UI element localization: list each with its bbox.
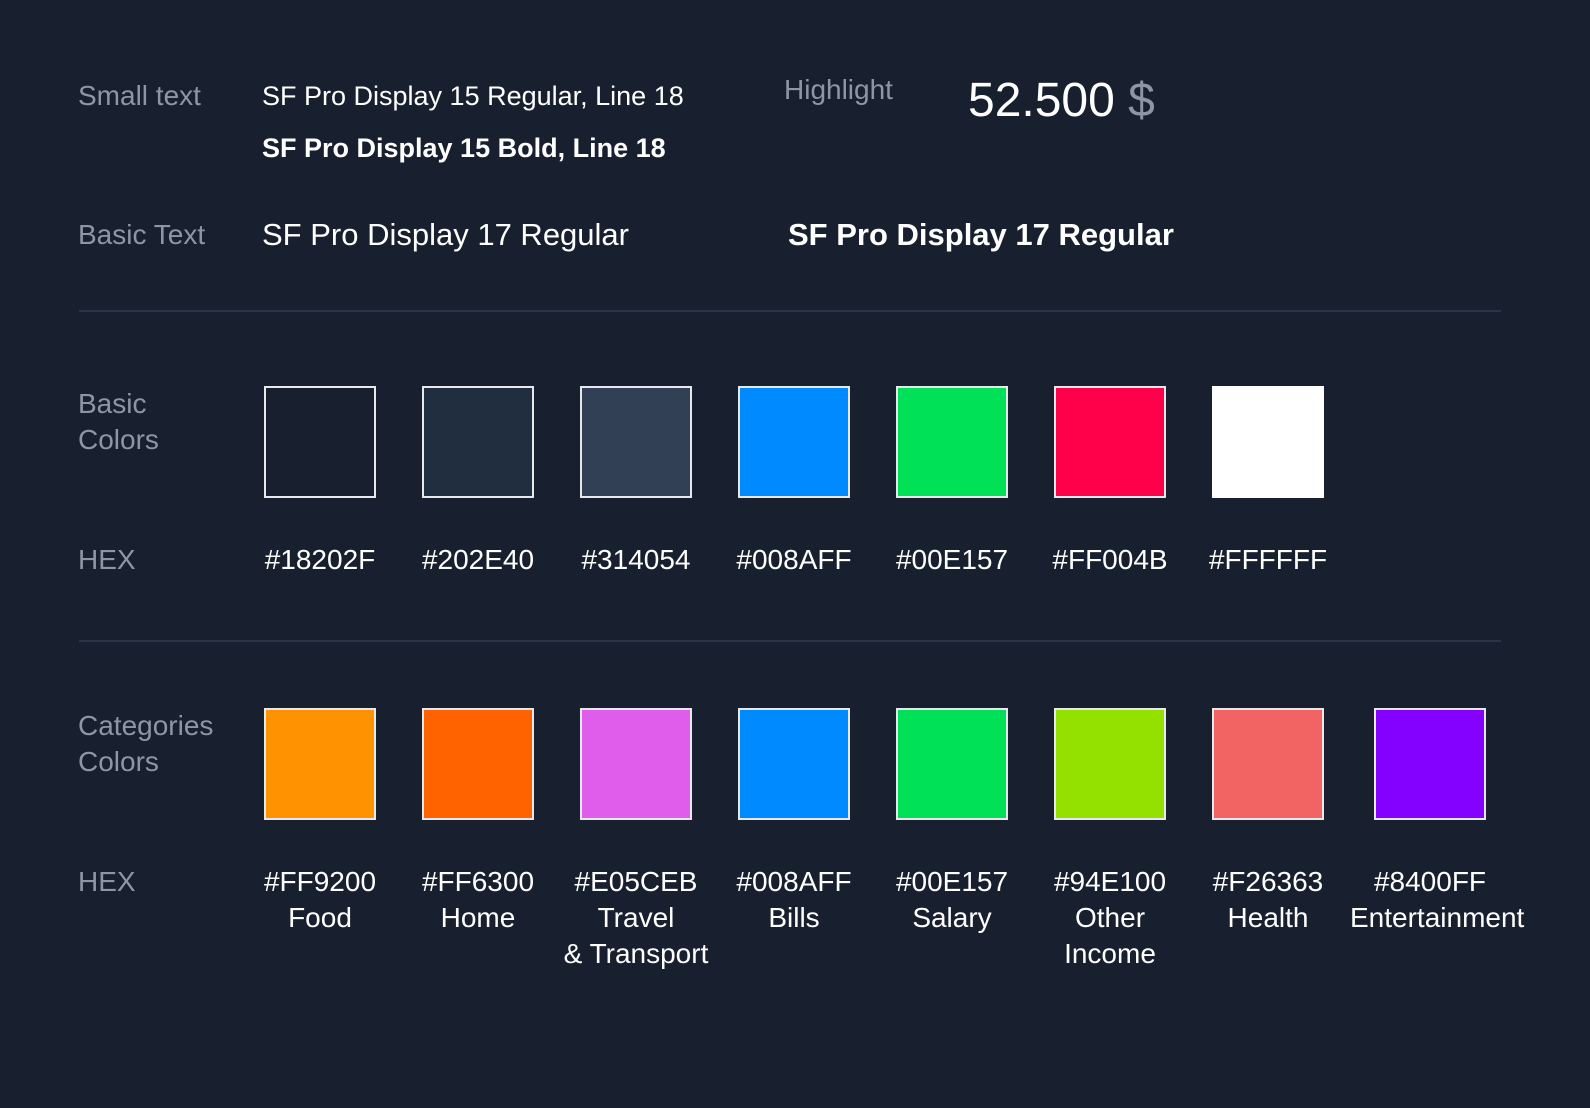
category-color-hex-code: #94E100: [1053, 866, 1167, 897]
category-color-swatch: [1212, 708, 1324, 820]
category-color-swatch: [264, 708, 376, 820]
category-color-hex-code: #E05CEB: [574, 866, 698, 897]
basic-text-label: Basic Text: [78, 219, 206, 250]
basic-colors-label: Basic Colors: [78, 388, 159, 455]
basic-color-hex-code: #FFFFFF: [1208, 544, 1328, 575]
category-color-hex-item: #00E157 Salary: [872, 864, 1032, 936]
basic-color-swatch: [264, 386, 376, 498]
basic-color-swatch: [1054, 386, 1166, 498]
highlight-amount: 52.500: [968, 74, 1115, 127]
category-color-hex-item: #8400FF Entertainment: [1350, 864, 1525, 936]
highlight-label: Highlight: [784, 74, 893, 105]
category-color-category-name: Food: [288, 902, 352, 933]
basic-color-hex-item: #008AFF: [714, 542, 874, 578]
category-color-hex-item: #008AFF Bills: [714, 864, 874, 936]
category-color-category-name: Home: [440, 902, 516, 933]
category-color-hex-item: #FF9200 Food: [240, 864, 400, 936]
category-color-swatch: [580, 708, 692, 820]
category-color-swatch: [738, 708, 850, 820]
category-color-hex-code: #008AFF: [736, 866, 852, 897]
basic-color-hex-item: #FF004B: [1030, 542, 1190, 578]
category-color-hex-item: #F26363 Health: [1188, 864, 1348, 936]
category-color-category-name: Bills: [768, 902, 820, 933]
basic-color-hex-item: #FFFFFF: [1188, 542, 1348, 578]
basic-bold-spec: SF Pro Display 17 Regular: [788, 217, 1174, 252]
small-text-label: Small text: [78, 80, 201, 111]
basic-color-swatch: [1212, 386, 1324, 498]
basic-color-hex-item: #18202F: [240, 542, 400, 578]
basic-color-swatch: [580, 386, 692, 498]
basic-color-hex-code: #FF004B: [1052, 544, 1168, 575]
highlight-currency: $: [1128, 74, 1155, 127]
category-color-category-name: Salary: [912, 902, 992, 933]
category-color-category-name: Other Income: [1064, 902, 1156, 969]
category-color-hex-item: #E05CEB Travel & Transport: [556, 864, 716, 972]
category-color-hex-code: #00E157: [895, 866, 1009, 897]
divider-bottom: [79, 640, 1501, 642]
category-color-swatch: [422, 708, 534, 820]
basic-color-hex-code: #18202F: [264, 544, 376, 575]
basic-color-hex-item: #314054: [556, 542, 716, 578]
highlight-value: 52.500 $: [968, 73, 1155, 129]
category-color-hex-item: #94E100 Other Income: [1030, 864, 1190, 972]
category-hex-label: HEX: [78, 866, 136, 897]
category-color-swatch: [1374, 708, 1486, 820]
basic-color-hex-code: #00E157: [895, 544, 1009, 575]
basic-regular-spec: SF Pro Display 17 Regular: [262, 217, 629, 252]
category-color-category-name: Health: [1227, 902, 1309, 933]
basic-color-swatch: [422, 386, 534, 498]
basic-color-hex-code: #314054: [581, 544, 691, 575]
basic-color-swatch: [738, 386, 850, 498]
category-color-hex-code: #FF6300: [421, 866, 535, 897]
category-color-hex-code: #8400FF: [1373, 866, 1487, 897]
category-color-swatch: [896, 708, 1008, 820]
category-color-hex-code: #F26363: [1212, 866, 1324, 897]
category-color-swatch: [1054, 708, 1166, 820]
category-color-category-name: Travel & Transport: [563, 902, 709, 969]
basic-color-hex-code: #008AFF: [736, 544, 852, 575]
category-colors-label: Categories Colors: [78, 710, 214, 777]
category-color-hex-code: #FF9200: [263, 866, 377, 897]
basic-color-swatch: [896, 386, 1008, 498]
basic-color-hex-item: #00E157: [872, 542, 1032, 578]
divider-top: [79, 310, 1501, 312]
category-color-hex-item: #FF6300 Home: [398, 864, 558, 936]
category-color-category-name: Entertainment: [1350, 902, 1525, 933]
basic-hex-label: HEX: [78, 544, 136, 575]
small-bold-spec: SF Pro Display 15 Bold, Line 18: [262, 133, 666, 163]
basic-color-hex-item: #202E40: [398, 542, 558, 578]
basic-color-hex-code: #202E40: [421, 544, 535, 575]
small-regular-spec: SF Pro Display 15 Regular, Line 18: [262, 81, 684, 111]
